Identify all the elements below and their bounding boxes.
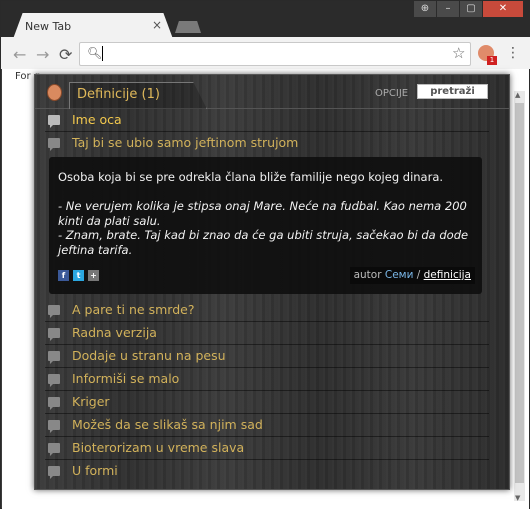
definition-example: - Ne verujem kolika je stipsa onaj Mare.… xyxy=(58,199,476,257)
example-line: - Ne verujem kolika je stipsa onaj Mare.… xyxy=(58,199,467,228)
list-item-label: U formi xyxy=(72,463,118,478)
twitter-icon[interactable]: t xyxy=(73,270,84,281)
list-item-label: Dodaje u stranu na pesu xyxy=(72,348,226,363)
tab-title: New Tab xyxy=(25,20,72,33)
search-icon: 🔍︎ xyxy=(87,46,103,60)
definition-panel: Osoba koja bi se pre odrekla člana bliže… xyxy=(49,157,482,294)
author-prefix: autor xyxy=(353,269,382,281)
scroll-up-icon[interactable]: ▲ xyxy=(515,91,520,99)
reload-button[interactable]: ⟳ xyxy=(59,45,72,64)
list-item[interactable]: Radna verzija xyxy=(45,322,489,345)
list-item-label: Ime oca xyxy=(72,112,122,127)
minimize-button[interactable]: – xyxy=(437,1,459,17)
comment-icon xyxy=(48,138,60,151)
list-item[interactable]: Možeš da se slikaš sa njim sad xyxy=(45,414,489,437)
new-tab-button[interactable] xyxy=(175,21,201,33)
list-item[interactable]: A pare ti ne smrde? xyxy=(45,299,489,322)
plus-share-icon[interactable]: + xyxy=(88,270,99,281)
logo-icon xyxy=(47,84,62,101)
comment-icon xyxy=(48,397,60,410)
browser-window: New Tab × ⊕ – ▢ ✕ ← → ⟳ 🔍︎ ☆ 1 ⋮ For q ▲… xyxy=(0,0,530,509)
comment-icon xyxy=(48,466,60,479)
list-item[interactable]: Kriger xyxy=(45,391,489,414)
list-item[interactable]: U formi xyxy=(45,460,489,483)
search-button[interactable]: pretraži xyxy=(417,84,488,99)
list-item[interactable]: Dodaje u stranu na pesu xyxy=(45,345,489,368)
comment-icon xyxy=(48,443,60,456)
definition-link[interactable]: definicija xyxy=(424,269,471,281)
example-line: - Znam, brate. Taj kad bi znao da će ga … xyxy=(58,228,469,257)
list-item[interactable]: Bioterorizam u vreme slava xyxy=(45,437,489,460)
author-name[interactable]: Семи xyxy=(385,269,414,281)
account-icon[interactable]: ⊕ xyxy=(414,1,436,17)
list-item-label: Radna verzija xyxy=(72,325,157,340)
popup-header: Definicije (1) OPCIJE pretraži xyxy=(35,75,509,109)
back-button[interactable]: ← xyxy=(13,45,26,64)
forward-button[interactable]: → xyxy=(36,45,49,64)
definition-text: Osoba koja bi se pre odrekla člana bliže… xyxy=(58,170,444,184)
comment-icon xyxy=(48,115,60,128)
popup-title: Definicije (1) xyxy=(77,87,160,102)
browser-menu-icon[interactable]: ⋮ xyxy=(506,45,520,61)
maximize-button[interactable]: ▢ xyxy=(460,1,482,17)
close-window-button[interactable]: ✕ xyxy=(483,1,523,17)
list-item[interactable]: Ime oca xyxy=(45,109,489,132)
list-item-label: Informiši se malo xyxy=(72,371,180,386)
extension-badge: 1 xyxy=(487,56,497,65)
comment-icon xyxy=(48,374,60,387)
list-item-label: Bioterorizam u vreme slava xyxy=(72,440,245,455)
bookmark-star-icon[interactable]: ☆ xyxy=(452,44,465,62)
comment-icon xyxy=(48,351,60,364)
scrollbar-thumb[interactable] xyxy=(515,103,524,483)
author-separator: / xyxy=(416,269,421,281)
list-item[interactable]: Taj bi se ubio samo jeftinom strujom xyxy=(45,132,489,155)
address-bar[interactable] xyxy=(79,42,471,66)
list-item-label: A pare ti ne smrde? xyxy=(72,302,195,317)
list-item-label: Možeš da se slikaš sa njim sad xyxy=(72,417,263,432)
options-link[interactable]: OPCIJE xyxy=(375,88,408,99)
tab-close-icon[interactable]: × xyxy=(152,18,162,32)
extension-popup: Definicije (1) OPCIJE pretraži Ime oca T… xyxy=(34,74,510,490)
comment-icon xyxy=(48,305,60,318)
facebook-icon[interactable]: f xyxy=(58,270,69,281)
window-controls: ⊕ – ▢ ✕ xyxy=(414,1,523,17)
scroll-down-icon[interactable]: ▼ xyxy=(515,494,520,502)
comment-icon xyxy=(48,328,60,341)
text-caret xyxy=(102,46,103,61)
comment-icon xyxy=(48,420,60,433)
list-item-label: Taj bi se ubio samo jeftinom strujom xyxy=(72,135,299,150)
list-item-label: Kriger xyxy=(72,394,110,409)
author-line: autor Семи / definicija xyxy=(349,267,475,284)
list-item[interactable]: Informiši se malo xyxy=(45,368,489,391)
